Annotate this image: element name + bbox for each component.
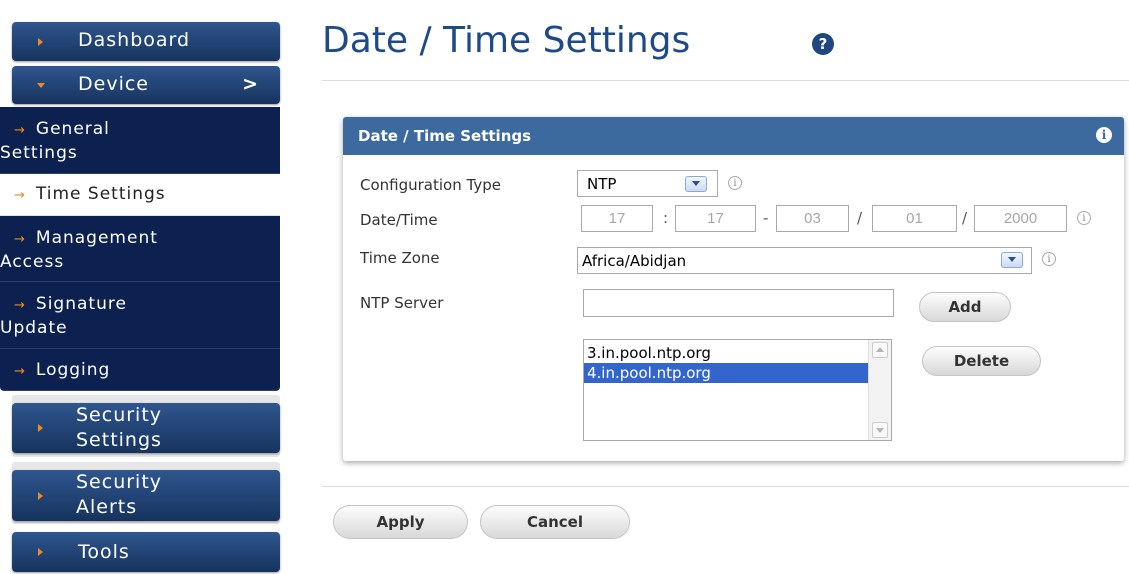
date-separator: / [857, 209, 863, 227]
arrow-icon: → [14, 298, 26, 313]
sidebar-item-management-access[interactable]: → Management Access [0, 216, 280, 282]
datetime-label: Date/Time [360, 211, 438, 229]
general-settings-line1: → General [14, 119, 110, 139]
security-settings-label2: Settings [76, 429, 162, 451]
signature-update-label2: Update [0, 318, 68, 338]
security-settings-label1: Security [76, 404, 163, 426]
month-input[interactable] [776, 205, 849, 232]
help-icon[interactable]: ? [812, 33, 834, 55]
nav-security-settings[interactable]: Security Settings [12, 403, 280, 453]
info-icon[interactable]: i [1096, 127, 1112, 143]
apply-button[interactable]: Apply [333, 505, 468, 539]
nav-device[interactable]: Device > [12, 66, 280, 104]
scrollbar[interactable] [868, 340, 891, 440]
page-title: Date / Time Settings [322, 20, 691, 61]
bullet-icon [38, 424, 43, 432]
security-alerts-label1: Security [76, 471, 163, 493]
config-type-select[interactable]: NTP [577, 170, 718, 197]
expanded-bullet-icon [37, 83, 45, 88]
bullet-icon [38, 491, 43, 500]
day-input[interactable] [872, 205, 957, 232]
time-settings-line1: → Time Settings [14, 184, 166, 204]
delete-button[interactable]: Delete [922, 346, 1041, 376]
year-input[interactable] [974, 205, 1067, 232]
chevron-down-icon [1001, 252, 1023, 268]
config-type-label: Configuration Type [360, 176, 501, 194]
list-item-selected[interactable]: 4.in.pool.ntp.org [584, 363, 868, 383]
nav-security-alerts[interactable]: Security Alerts [12, 470, 280, 521]
sidebar: Dashboard Device > → General Settings → Ti… [0, 0, 283, 574]
config-type-info-icon[interactable]: i [728, 176, 742, 190]
bullet-icon [38, 548, 43, 556]
panel-title: Date / Time Settings [358, 127, 532, 145]
sidebar-item-general-settings[interactable]: → General Settings [0, 107, 280, 174]
bullet-icon [38, 37, 43, 46]
general-settings-label1: General [35, 119, 110, 139]
sidebar-item-signature-update[interactable]: → Signature Update [0, 282, 280, 349]
management-access-label2: Access [0, 252, 65, 272]
hour-input[interactable] [581, 205, 653, 232]
management-access-label1: Management [35, 228, 158, 248]
nav-dashboard-label: Dashboard [78, 29, 191, 51]
ntp-server-input[interactable] [583, 289, 894, 317]
date-separator: / [962, 209, 968, 227]
nav-dashboard[interactable]: Dashboard [12, 22, 280, 61]
sidebar-item-logging[interactable]: → Logging [0, 349, 280, 391]
arrow-icon: → [14, 188, 26, 203]
timezone-select[interactable]: Africa/Abidjan [577, 247, 1032, 274]
divider [322, 80, 1129, 81]
nav-tools[interactable]: Tools [12, 532, 280, 572]
time-separator: : [663, 209, 669, 227]
general-settings-label2: Settings [0, 143, 78, 163]
list-item[interactable]: 3.in.pool.ntp.org [584, 343, 868, 363]
management-access-line1: → Management [14, 228, 158, 248]
datetime-info-icon[interactable]: i [1077, 211, 1091, 225]
arrow-icon: → [14, 123, 26, 138]
divider [322, 486, 1129, 487]
ntp-server-label: NTP Server [360, 294, 444, 312]
arrow-icon: → [14, 364, 26, 379]
nav-tools-label: Tools [78, 541, 130, 563]
config-type-value: NTP [587, 175, 617, 193]
arrow-icon: → [14, 232, 26, 247]
timezone-info-icon[interactable]: i [1042, 252, 1056, 266]
logging-line1: → Logging [14, 360, 110, 380]
date-separator: - [763, 209, 769, 227]
ntp-server-list[interactable]: 3.in.pool.ntp.org 4.in.pool.ntp.org [583, 339, 892, 441]
minute-input[interactable] [675, 205, 756, 232]
chevron-right-icon: > [242, 73, 258, 95]
security-alerts-label2: Alerts [76, 496, 138, 518]
signature-update-label1: Signature [35, 294, 127, 314]
panel-header: Date / Time Settings i [343, 117, 1124, 155]
scroll-up-icon[interactable] [872, 342, 888, 358]
cancel-button[interactable]: Cancel [480, 505, 630, 539]
time-settings-label: Time Settings [35, 184, 166, 204]
sidebar-item-time-settings[interactable]: → Time Settings [0, 174, 280, 216]
timezone-label: Time Zone [360, 249, 440, 267]
add-button[interactable]: Add [919, 292, 1011, 322]
timezone-value: Africa/Abidjan [582, 252, 687, 270]
signature-update-line1: → Signature [14, 294, 127, 314]
chevron-down-icon [685, 176, 707, 192]
scroll-down-icon[interactable] [872, 422, 888, 438]
logging-label: Logging [35, 360, 111, 380]
nav-device-label: Device [78, 73, 149, 95]
